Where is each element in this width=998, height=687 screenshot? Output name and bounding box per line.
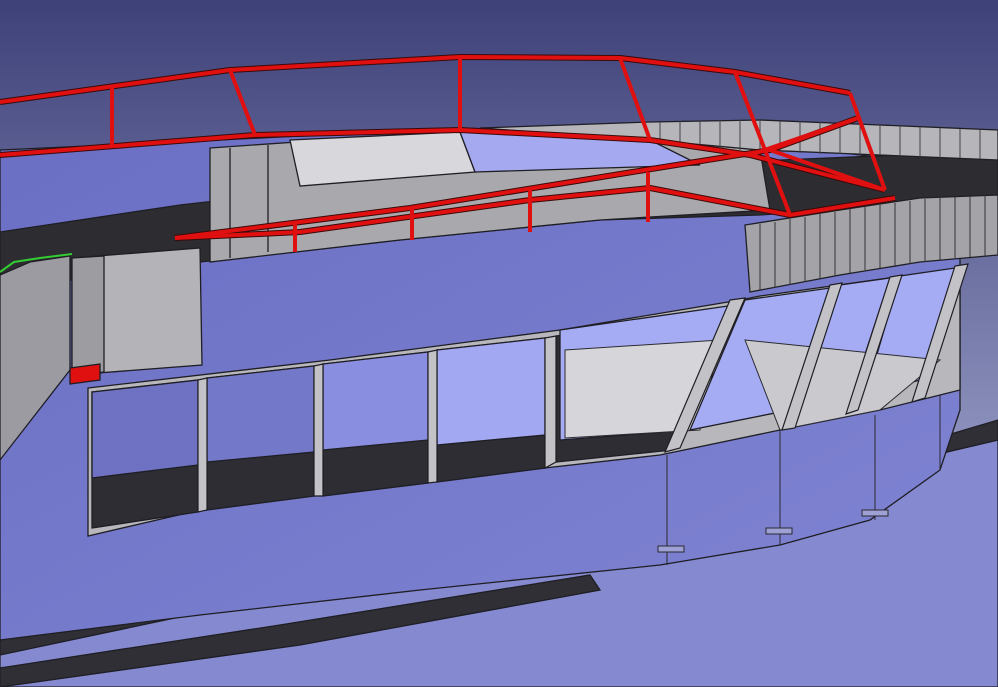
window-pane-4-glass — [436, 337, 546, 446]
3d-scene[interactable] — [0, 0, 998, 687]
side-locker-shadow — [69, 363, 101, 385]
deck-fitting — [861, 509, 889, 517]
deck-fitting — [765, 527, 793, 535]
window-pane-2-glass — [206, 365, 315, 463]
window-pane-1-glass — [91, 379, 199, 479]
deck-fitting — [657, 545, 685, 553]
window-pane-3-glass — [322, 351, 429, 451]
3d-viewport[interactable] — [0, 0, 998, 687]
side-locker-face — [71, 255, 105, 376]
